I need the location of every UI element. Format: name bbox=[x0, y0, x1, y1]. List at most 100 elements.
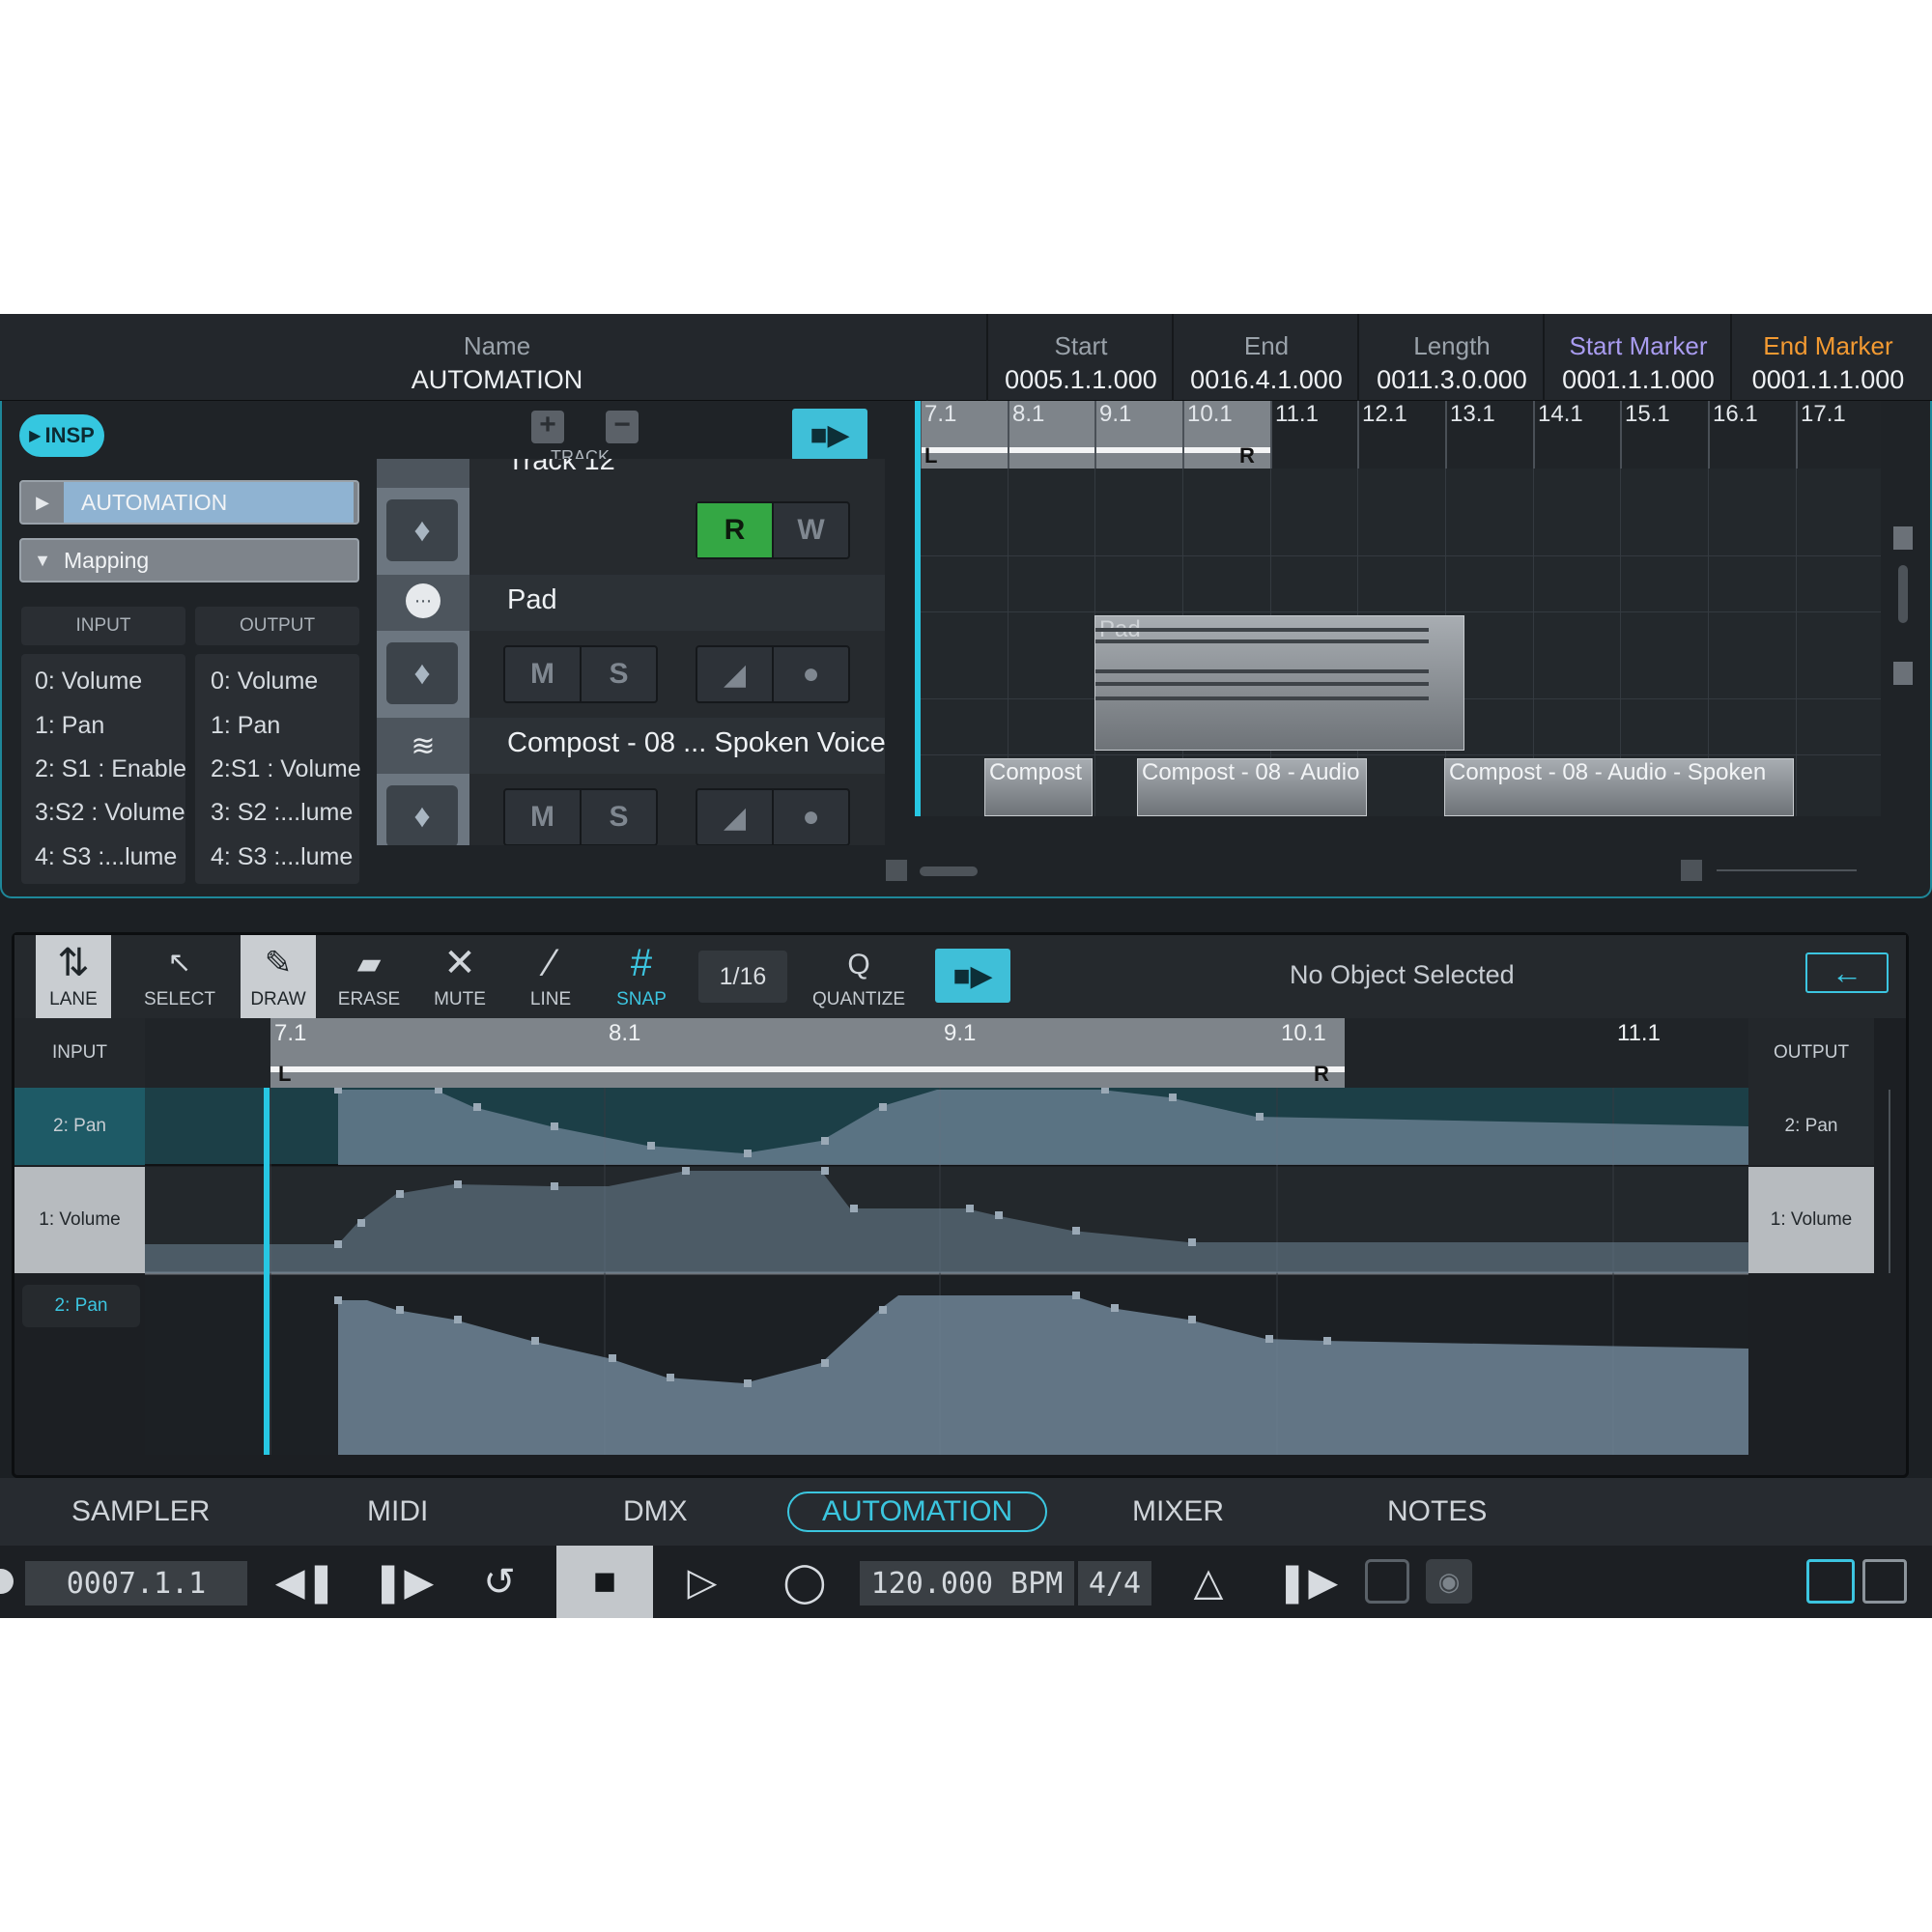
mapping-section[interactable]: ▼ Mapping bbox=[19, 538, 359, 582]
mapping-input-item[interactable]: 3:S2 : Volume bbox=[35, 799, 199, 827]
end-marker-value[interactable]: 0001.1.1.000 bbox=[1734, 365, 1922, 395]
record-arm-button[interactable]: ● bbox=[772, 790, 848, 844]
tab-automation[interactable]: AUTOMATION bbox=[787, 1492, 1048, 1532]
write-button[interactable]: W bbox=[772, 503, 848, 557]
sync-button[interactable]: ◉ bbox=[1426, 1559, 1472, 1604]
position-display[interactable]: 0007.1.1 bbox=[25, 1561, 247, 1605]
expanded-lane-label[interactable]: 2: Pan bbox=[22, 1285, 140, 1327]
back-arrow-button[interactable]: ← bbox=[1805, 952, 1889, 993]
tab-notes[interactable]: NOTES bbox=[1387, 1495, 1487, 1528]
audio-clip[interactable]: Compost bbox=[984, 758, 1093, 816]
lane-scrollbar[interactable] bbox=[1889, 1090, 1890, 1273]
mapping-output-item[interactable]: 3: S2 :...lume bbox=[211, 799, 375, 827]
mute-tool[interactable]: ✕ MUTE bbox=[422, 935, 497, 1018]
grid-resolution-select[interactable]: 1/16 bbox=[698, 951, 787, 1003]
play-button[interactable]: ▷ bbox=[668, 1553, 736, 1611]
loop-button[interactable]: ↺ bbox=[466, 1553, 533, 1611]
zoom-out-handle[interactable] bbox=[1681, 860, 1702, 881]
length-value[interactable]: 0011.3.0.000 bbox=[1361, 365, 1543, 395]
snap-tool[interactable]: # SNAP bbox=[604, 935, 679, 1018]
erase-tool[interactable]: ▰ ERASE bbox=[331, 935, 407, 1018]
tab-dmx[interactable]: DMX bbox=[623, 1495, 688, 1528]
length-column[interactable]: Length 0011.3.0.000 bbox=[1361, 314, 1545, 401]
rewind-button[interactable]: ◀❚ bbox=[272, 1553, 340, 1611]
name-column[interactable]: Name AUTOMATION bbox=[8, 314, 988, 401]
playhead[interactable] bbox=[264, 1088, 270, 1455]
draw-tool[interactable]: ✎ DRAW bbox=[241, 935, 316, 1018]
tab-midi[interactable]: MIDI bbox=[367, 1495, 428, 1528]
vertical-scrollbar[interactable] bbox=[1898, 565, 1908, 623]
track-name-compost[interactable]: Compost - 08 ... Spoken Voice bbox=[507, 727, 885, 759]
mapping-output-item[interactable]: 4: S3 :...lume bbox=[211, 843, 375, 871]
vertical-zoom-handle[interactable] bbox=[1893, 662, 1913, 685]
track-name[interactable]: Track 12 bbox=[507, 459, 615, 477]
split-tool-button[interactable]: ■▶ bbox=[935, 949, 1010, 1003]
mute-button[interactable]: M bbox=[505, 790, 580, 844]
mapping-output-item[interactable]: 1: Pan bbox=[211, 712, 375, 740]
loop-right-handle[interactable]: R bbox=[1239, 443, 1255, 469]
solo-button[interactable]: S bbox=[580, 790, 656, 844]
quantize-button[interactable]: Q QUANTIZE bbox=[810, 949, 907, 1010]
lane-output-label[interactable]: 2: Pan bbox=[1748, 1088, 1874, 1165]
mapping-input-item[interactable]: 2: S1 : Enable bbox=[35, 755, 199, 783]
tempo-display[interactable]: 120.000 BPM bbox=[860, 1561, 1074, 1605]
layout-split-icon[interactable] bbox=[1862, 1559, 1907, 1604]
start-column[interactable]: Start 0005.1.1.000 bbox=[990, 314, 1174, 401]
read-write-toggle[interactable]: R W bbox=[696, 501, 850, 559]
mapping-input-item[interactable]: 1: Pan bbox=[35, 712, 199, 740]
automation-section[interactable]: ▶ AUTOMATION bbox=[19, 480, 359, 525]
forward-button[interactable]: ❚▶ bbox=[369, 1553, 437, 1611]
editor-ruler[interactable]: L R 7.1 8.1 9.1 10.1 11.1 bbox=[145, 1018, 1748, 1088]
end-marker-column[interactable]: End Marker 0001.1.1.000 bbox=[1734, 314, 1922, 401]
remove-track-button[interactable]: − bbox=[606, 411, 639, 443]
audio-track-icon[interactable]: ≋ bbox=[377, 718, 469, 774]
mapping-input-item[interactable]: 0: Volume bbox=[35, 668, 199, 696]
mute-button[interactable]: M bbox=[505, 647, 580, 701]
automation-curves[interactable] bbox=[145, 1088, 1748, 1455]
mapping-input-item[interactable]: 4: S3 :...lume bbox=[35, 843, 199, 871]
step-forward-button[interactable]: ❚▶ bbox=[1273, 1553, 1341, 1611]
lane-input-label[interactable]: 1: Volume bbox=[14, 1167, 145, 1273]
layout-single-icon[interactable] bbox=[1806, 1559, 1855, 1604]
metronome-button[interactable]: △ bbox=[1175, 1553, 1242, 1611]
stop-button[interactable]: ■ bbox=[556, 1546, 653, 1618]
automation-lane-icon[interactable]: ♦ bbox=[377, 631, 469, 718]
lane-tool[interactable]: ⇅ LANE bbox=[36, 935, 111, 1018]
time-signature-display[interactable]: 4/4 bbox=[1078, 1561, 1151, 1605]
audio-clip[interactable]: Compost - 08 - Audio - Spoken bbox=[1444, 758, 1794, 816]
loop-left-handle[interactable]: L bbox=[924, 443, 937, 469]
tab-mixer[interactable]: MIXER bbox=[1132, 1495, 1224, 1528]
start-value[interactable]: 0005.1.1.000 bbox=[990, 365, 1172, 395]
loop-range[interactable] bbox=[270, 1018, 1345, 1088]
mapping-output-item[interactable]: 0: Volume bbox=[211, 668, 375, 696]
bar-ruler[interactable]: L R 7.1 8.1 9.1 10.1 11.1 12.1 13.1 14.1… bbox=[915, 401, 1881, 469]
playhead[interactable] bbox=[915, 401, 921, 816]
window-toggle-icon[interactable] bbox=[1365, 1559, 1409, 1604]
read-button[interactable]: R bbox=[697, 503, 772, 557]
monitor-speaker-icon[interactable]: ◢ bbox=[697, 790, 772, 844]
inspector-toggle-button[interactable]: ▶ INSP bbox=[19, 414, 104, 457]
mapping-output-item[interactable]: 2:S1 : Volume bbox=[211, 755, 375, 783]
name-value[interactable]: AUTOMATION bbox=[8, 365, 986, 395]
loop-right-handle[interactable]: R bbox=[1314, 1062, 1329, 1087]
line-tool[interactable]: ∕ LINE bbox=[513, 935, 588, 1018]
horizontal-scrollbar[interactable] bbox=[920, 867, 978, 876]
split-tool-button[interactable]: ■▶ bbox=[792, 409, 867, 461]
lane-output-label[interactable]: 1: Volume bbox=[1748, 1167, 1874, 1273]
end-value[interactable]: 0016.4.1.000 bbox=[1176, 365, 1357, 395]
solo-button[interactable]: S bbox=[580, 647, 656, 701]
start-marker-value[interactable]: 0001.1.1.000 bbox=[1547, 365, 1730, 395]
record-button[interactable]: ◯ bbox=[771, 1553, 838, 1611]
lane-input-label[interactable]: 2: Pan bbox=[14, 1088, 145, 1165]
add-track-button[interactable]: + bbox=[531, 411, 564, 443]
record-arm-button[interactable]: ● bbox=[772, 647, 848, 701]
loop-left-handle[interactable]: L bbox=[278, 1062, 291, 1087]
audio-clip[interactable]: Compost - 08 - Audio - Spoken bbox=[1137, 758, 1367, 816]
end-column[interactable]: End 0016.4.1.000 bbox=[1176, 314, 1359, 401]
horizontal-scroll-handle[interactable] bbox=[886, 860, 907, 881]
pad-track-icon[interactable]: ⋯ bbox=[377, 575, 469, 631]
monitor-speaker-icon[interactable]: ◢ bbox=[697, 647, 772, 701]
automation-lane-icon[interactable]: ♦ bbox=[377, 774, 469, 845]
zoom-slider[interactable] bbox=[1717, 869, 1857, 871]
vertical-scroll-handle[interactable] bbox=[1893, 526, 1913, 550]
